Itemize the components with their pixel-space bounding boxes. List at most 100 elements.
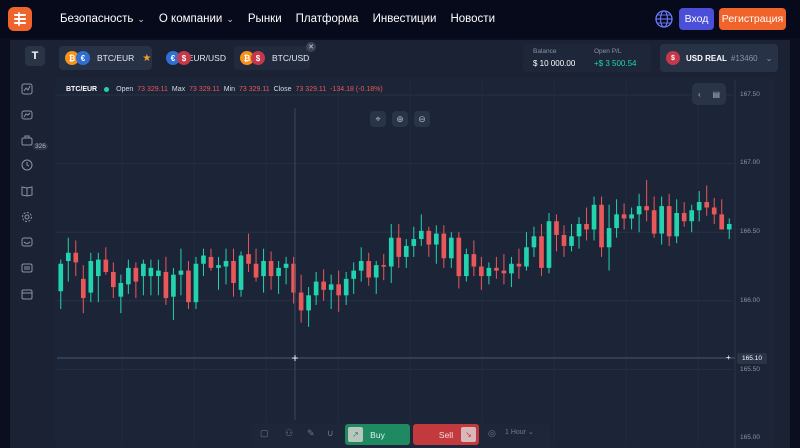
lock-icon[interactable]: ▢ <box>260 428 269 439</box>
ohlc-legend: BTC/EUR Open 73 329.11 Max 73 329.11 Min… <box>66 86 383 93</box>
max-label: Max <box>171 86 186 93</box>
open-value: 73 329.11 <box>137 86 168 93</box>
candle-body <box>80 278 86 299</box>
candle <box>388 223 394 283</box>
candle-body <box>396 237 402 257</box>
candle <box>704 185 710 216</box>
candle-body <box>238 255 244 290</box>
candle <box>411 226 417 257</box>
candle <box>103 247 109 275</box>
candle-body <box>201 255 206 264</box>
candle-body <box>268 261 274 277</box>
candle <box>591 196 597 241</box>
candle-body <box>321 281 326 290</box>
candle <box>719 199 725 230</box>
period-label: 1 Hour <box>505 429 527 436</box>
candle-body <box>539 236 544 268</box>
candle-body <box>186 270 191 303</box>
crosshair-icon[interactable]: ⌖ <box>370 111 386 127</box>
candle <box>606 204 612 271</box>
candle-body <box>178 270 184 275</box>
pen-icon[interactable]: ✎ <box>307 428 315 439</box>
buy-button[interactable]: ↗ Buy <box>345 424 410 445</box>
candle <box>681 202 687 227</box>
candle-body <box>509 263 514 274</box>
candle-body <box>711 207 717 215</box>
candle-body <box>546 221 552 268</box>
candle <box>711 197 717 224</box>
candle <box>381 254 387 281</box>
zoom-out-icon[interactable]: ⊖ <box>414 111 430 127</box>
candle-body <box>689 210 695 222</box>
candle <box>479 256 484 290</box>
candle-body <box>313 281 319 296</box>
candle-body <box>621 214 627 219</box>
candle-body <box>426 230 432 245</box>
candle-body <box>704 202 710 208</box>
candle-body <box>58 263 64 292</box>
y-tick-label: 167.50 <box>740 91 760 98</box>
candle <box>276 261 281 294</box>
candle-body <box>411 239 417 246</box>
buy-label: Buy <box>370 429 385 440</box>
candle <box>193 256 199 310</box>
candle-body <box>366 261 372 278</box>
candle <box>208 248 214 271</box>
candle-body <box>343 278 349 296</box>
candle <box>644 180 649 222</box>
candle-body <box>298 292 304 311</box>
candle <box>464 248 469 282</box>
period-select[interactable]: 1 Hour ⌄ <box>505 428 534 436</box>
candle-body <box>283 263 289 268</box>
candle-body <box>486 267 492 277</box>
chevron-left-icon[interactable]: ‹ <box>698 90 701 99</box>
candle <box>659 196 664 245</box>
document-icon[interactable]: ▤ <box>712 90 720 99</box>
candlestick-chart[interactable]: + <box>0 0 800 448</box>
candle <box>171 267 176 321</box>
candle <box>313 271 319 305</box>
chart-panel-controls: ‹ ▤ <box>692 83 726 105</box>
candle <box>238 251 244 297</box>
magnet-icon[interactable]: ∪ <box>327 428 334 439</box>
arrow-up-right-icon: ↗ <box>348 427 363 442</box>
candle <box>689 204 695 233</box>
candle-body <box>524 247 529 267</box>
candle <box>516 248 522 279</box>
candle-body <box>403 245 409 257</box>
candle-body <box>449 237 454 259</box>
sell-button[interactable]: Sell ↘ <box>413 424 479 445</box>
zoom-in-icon[interactable]: ⊕ <box>392 111 408 127</box>
candle <box>163 256 169 305</box>
candle-body <box>441 233 447 259</box>
candle-body <box>328 284 334 290</box>
y-tick-label: 166.00 <box>740 297 760 304</box>
candle <box>336 270 341 312</box>
candle-body <box>651 210 657 234</box>
close-label: Close <box>273 86 292 93</box>
candle <box>261 248 266 293</box>
add-price-alert-icon[interactable]: + <box>726 353 731 362</box>
candle <box>471 240 477 277</box>
candle-body <box>629 214 634 219</box>
candle-body <box>276 267 281 277</box>
candle-body <box>223 261 229 267</box>
candle-body <box>103 259 109 272</box>
candle-body <box>433 233 439 245</box>
candle <box>95 252 101 303</box>
candle-body <box>719 214 725 230</box>
crosshair-cursor-icon: + <box>291 351 298 365</box>
candle <box>494 256 499 279</box>
timer-icon[interactable]: ◎ <box>488 428 496 439</box>
user-icon[interactable]: ⚇ <box>285 428 293 439</box>
candle <box>148 259 154 296</box>
candle-body <box>336 284 341 296</box>
candle <box>449 232 454 268</box>
candle-body <box>95 259 101 277</box>
candle <box>531 226 537 257</box>
candle-body <box>554 221 559 235</box>
candle-body <box>373 265 379 278</box>
candle <box>418 214 424 246</box>
candle <box>298 274 304 323</box>
candle <box>509 256 514 288</box>
